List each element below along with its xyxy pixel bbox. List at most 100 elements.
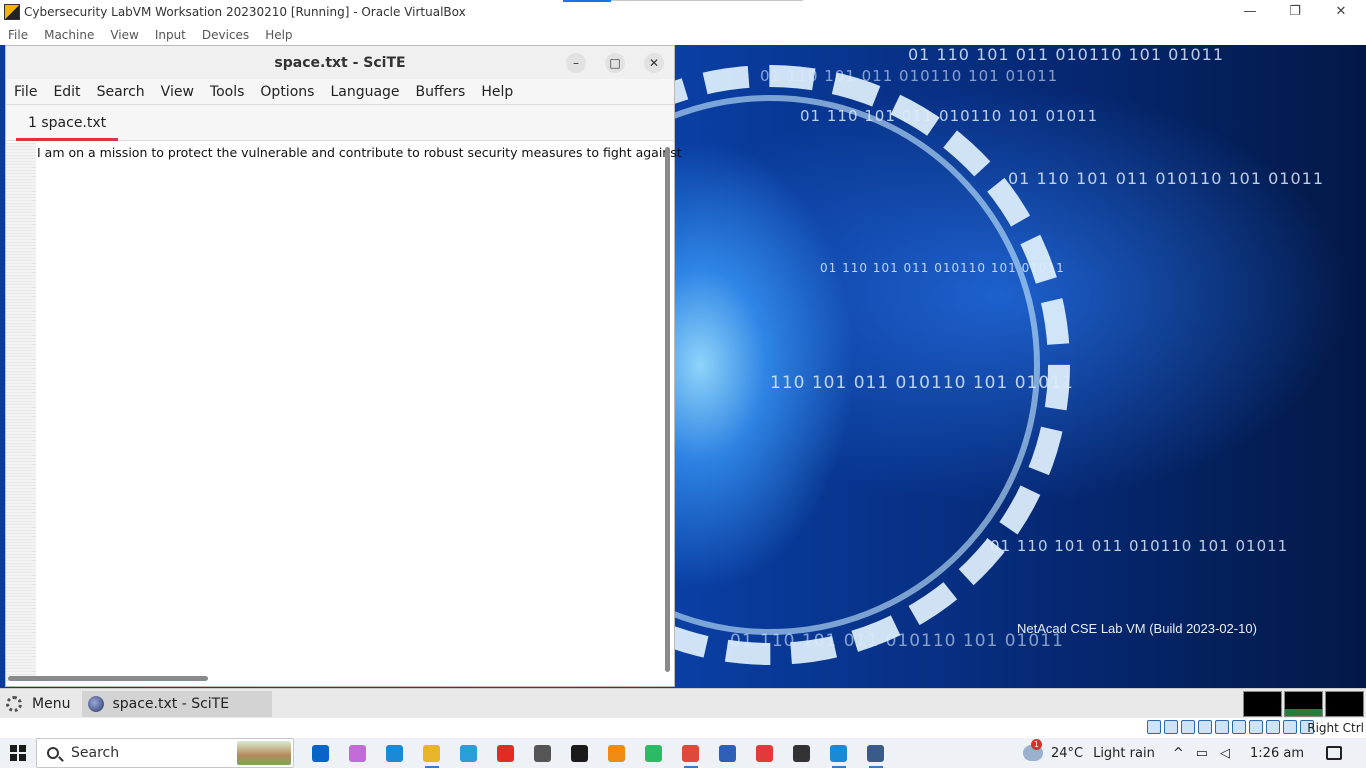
cisco-taskbar-button[interactable] bbox=[524, 738, 561, 768]
display-icon[interactable] bbox=[1249, 720, 1263, 734]
scite-maximize-button[interactable]: □ bbox=[605, 53, 625, 73]
battery-icon[interactable]: ▭ bbox=[1196, 746, 1208, 761]
windows-start-icon[interactable] bbox=[10, 745, 26, 761]
weather-icon[interactable]: 1 bbox=[1022, 739, 1043, 761]
edge-taskbar-button[interactable] bbox=[376, 738, 413, 768]
taskbar-button-scite[interactable]: space.txt - SciTE bbox=[82, 690, 273, 717]
scite-minimize-button[interactable]: – bbox=[566, 53, 586, 73]
shared-folder-icon[interactable] bbox=[1232, 720, 1246, 734]
host-key-label: Right Ctrl bbox=[1307, 721, 1364, 735]
horizontal-scrollbar[interactable] bbox=[8, 676, 208, 681]
storage-icon[interactable] bbox=[1147, 720, 1161, 734]
vbox-restore-button[interactable]: ❐ bbox=[1272, 0, 1318, 22]
vscode-taskbar-button[interactable] bbox=[820, 738, 857, 768]
vbox-menu-devices[interactable]: Devices bbox=[202, 28, 249, 42]
scite-window: space.txt - SciTE – □ ✕ File Edit Search… bbox=[5, 45, 682, 687]
vbox-window-title: Cybersecurity LabVM Worksation 20230210 … bbox=[24, 5, 466, 19]
notification-icon[interactable] bbox=[1326, 746, 1342, 760]
search-highlight-image bbox=[237, 741, 291, 765]
youtube-taskbar-button[interactable] bbox=[487, 738, 524, 768]
terminal-icon bbox=[793, 744, 810, 762]
speaker-icon[interactable]: ◁ bbox=[1220, 746, 1230, 761]
search-label: Search bbox=[71, 745, 120, 761]
virtualbox-taskbar-button[interactable] bbox=[857, 738, 894, 768]
vbox-minimize-button[interactable]: — bbox=[1227, 0, 1273, 22]
cpu-icon[interactable] bbox=[1283, 720, 1297, 734]
search-icon bbox=[47, 747, 59, 759]
scite-menu-tools[interactable]: Tools bbox=[210, 84, 245, 100]
guest-menu-button[interactable]: Menu bbox=[0, 695, 76, 712]
binary-text: 01 110 101 011 010110 101 01011 bbox=[800, 107, 1099, 125]
taskbar-search-box[interactable]: Search bbox=[36, 738, 294, 768]
binary-text: 01 110 101 011 010110 101 01011 bbox=[730, 631, 1064, 651]
scite-menu-view[interactable]: View bbox=[161, 84, 194, 100]
vlc-taskbar-button[interactable] bbox=[598, 738, 635, 768]
workspace-2[interactable] bbox=[1284, 691, 1323, 717]
binary-text: 01 110 101 011 010110 101 01011 bbox=[820, 261, 1065, 275]
scite-menu-options[interactable]: Options bbox=[260, 84, 314, 100]
tab-space-txt[interactable]: 1 space.txt bbox=[16, 105, 119, 141]
scite-menu-edit[interactable]: Edit bbox=[53, 84, 80, 100]
scite-menu-file[interactable]: File bbox=[14, 84, 37, 100]
usb-icon[interactable] bbox=[1215, 720, 1229, 734]
vbox-status-bar: Right Ctrl bbox=[0, 718, 1366, 738]
weather-text[interactable]: Light rain bbox=[1093, 746, 1155, 761]
vertical-scrollbar[interactable] bbox=[665, 147, 670, 672]
weather-badge: 1 bbox=[1030, 739, 1042, 750]
wps-icon bbox=[756, 744, 773, 762]
clock[interactable]: 1:26 am bbox=[1250, 746, 1304, 761]
scite-menu-bar: File Edit Search View Tools Options Lang… bbox=[6, 79, 674, 105]
telegram-icon bbox=[460, 744, 477, 762]
recording-icon[interactable] bbox=[1266, 720, 1280, 734]
terminal-taskbar-button[interactable] bbox=[783, 738, 820, 768]
system-tray: 1 24°C Light rain ^ ▭ ◁ 1:26 am bbox=[1022, 738, 1366, 768]
word-taskbar-button[interactable] bbox=[709, 738, 746, 768]
vbox-menu-help[interactable]: Help bbox=[265, 28, 292, 42]
word-icon bbox=[719, 744, 736, 762]
workspace-switcher bbox=[1243, 691, 1364, 717]
editor-line[interactable]: I am on a mission to protect the vulnera… bbox=[37, 145, 682, 160]
file-explorer-taskbar-button[interactable] bbox=[413, 738, 450, 768]
chrome-taskbar-button[interactable] bbox=[672, 738, 709, 768]
binary-text: 110 101 011 010110 101 01011 bbox=[770, 373, 1074, 393]
scite-menu-search[interactable]: Search bbox=[97, 84, 145, 100]
binary-text: 01 110 101 011 010110 101 01011 bbox=[760, 67, 1059, 85]
line-number-gutter bbox=[6, 143, 36, 681]
wps-taskbar-button[interactable] bbox=[746, 738, 783, 768]
pinned-apps bbox=[302, 738, 894, 768]
chrome-icon bbox=[682, 744, 699, 762]
network-icon[interactable] bbox=[1198, 720, 1212, 734]
chevron-up-icon[interactable]: ^ bbox=[1173, 746, 1184, 761]
play-store-taskbar-button[interactable] bbox=[635, 738, 672, 768]
vbox-menu-view[interactable]: View bbox=[110, 28, 138, 42]
vbox-close-button[interactable]: ✕ bbox=[1318, 0, 1364, 22]
optical-drive-icon[interactable] bbox=[1164, 720, 1178, 734]
tradingview-icon bbox=[571, 744, 588, 762]
vbox-menu-input[interactable]: Input bbox=[155, 28, 186, 42]
scite-close-button[interactable]: ✕ bbox=[644, 53, 664, 73]
scite-menu-help[interactable]: Help bbox=[481, 84, 513, 100]
vbox-menu-file[interactable]: File bbox=[8, 28, 28, 42]
binary-text: 01 110 101 011 010110 101 01011 bbox=[1008, 169, 1325, 188]
vbox-menu-machine[interactable]: Machine bbox=[44, 28, 94, 42]
vbox-menu-bar: File Machine View Input Devices Help bbox=[0, 24, 1366, 45]
windows-taskbar: Search 1 24°C Light rain ^ ▭ ◁ 1:26 am bbox=[0, 738, 1366, 768]
scite-menu-buffers[interactable]: Buffers bbox=[416, 84, 466, 100]
audio-icon[interactable] bbox=[1181, 720, 1195, 734]
scite-menu-language[interactable]: Language bbox=[330, 84, 399, 100]
copilot-taskbar-button[interactable] bbox=[339, 738, 376, 768]
outlook-icon bbox=[312, 744, 329, 762]
weather-temp[interactable]: 24°C bbox=[1051, 746, 1083, 761]
workspace-3[interactable] bbox=[1325, 691, 1364, 717]
editor-area[interactable]: I am on a mission to protect the vulnera… bbox=[6, 143, 682, 681]
cisco-icon bbox=[534, 744, 551, 762]
virtualbox-icon bbox=[867, 744, 884, 762]
copilot-icon bbox=[349, 744, 366, 762]
workspace-1[interactable] bbox=[1243, 691, 1282, 717]
telegram-taskbar-button[interactable] bbox=[450, 738, 487, 768]
binary-text: 01 110 101 011 010110 101 01011 bbox=[908, 45, 1225, 64]
outlook-taskbar-button[interactable] bbox=[302, 738, 339, 768]
scite-title-bar[interactable]: space.txt - SciTE – □ ✕ bbox=[6, 46, 674, 79]
task-label: space.txt - SciTE bbox=[112, 695, 230, 712]
tradingview-taskbar-button[interactable] bbox=[561, 738, 598, 768]
